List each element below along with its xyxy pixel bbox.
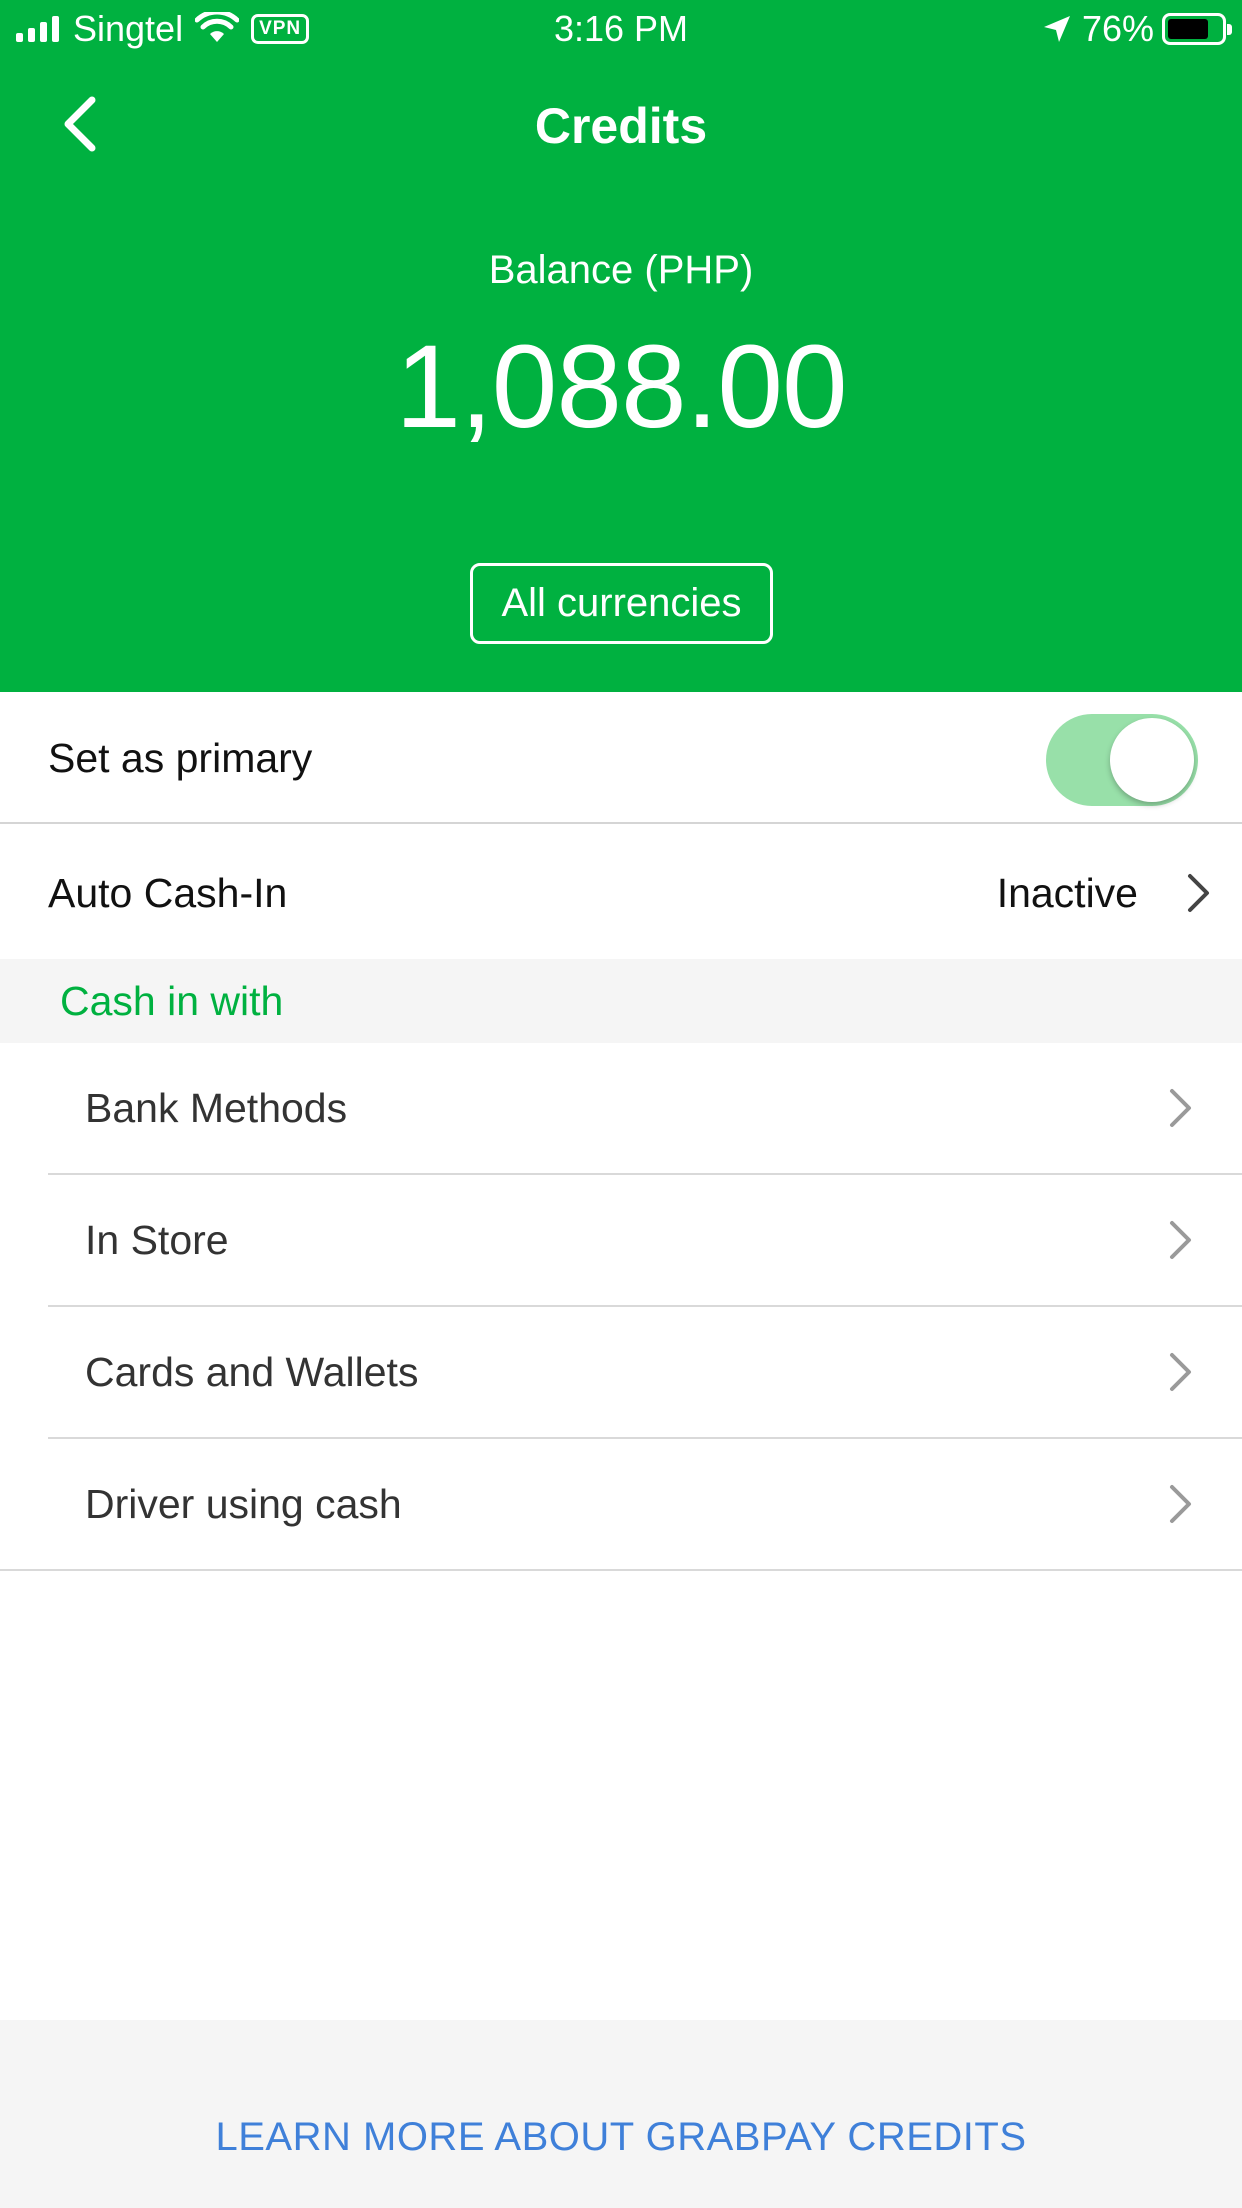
page-title: Credits bbox=[534, 98, 708, 154]
set-primary-label: Set as primary bbox=[48, 735, 313, 781]
method-bank-methods[interactable]: Bank Methods bbox=[0, 1043, 1242, 1175]
chevron-right-icon bbox=[1170, 1089, 1191, 1127]
method-label: Bank Methods bbox=[85, 1085, 348, 1131]
method-label: In Store bbox=[85, 1217, 229, 1263]
balance-amount: 1,088.00 bbox=[395, 321, 847, 453]
method-label: Cards and Wallets bbox=[85, 1349, 419, 1395]
cash-in-section-header: Cash in with bbox=[0, 959, 1242, 1043]
auto-cash-in-row[interactable]: Auto Cash-In Inactive bbox=[0, 826, 1242, 959]
footer: LEARN MORE ABOUT GRABPAY CREDITS bbox=[0, 2020, 1242, 2208]
method-cards-and-wallets[interactable]: Cards and Wallets bbox=[0, 1307, 1242, 1439]
balance-header: Singtel VPN 3:16 PM 76% Credits Balance … bbox=[0, 0, 1242, 692]
auto-cash-in-status: Inactive bbox=[996, 870, 1138, 916]
status-right: 76% bbox=[1042, 8, 1232, 50]
all-currencies-button[interactable]: All currencies bbox=[470, 563, 773, 644]
battery-level bbox=[1168, 19, 1208, 39]
cash-in-method-list: Bank Methods In Store Cards and Wallets … bbox=[0, 1043, 1242, 1571]
chevron-right-icon bbox=[1170, 1353, 1191, 1391]
auto-cash-in-label: Auto Cash-In bbox=[48, 870, 288, 916]
set-primary-row: Set as primary bbox=[0, 692, 1242, 824]
method-label: Driver using cash bbox=[85, 1481, 402, 1527]
battery-percent: 76% bbox=[1081, 8, 1154, 49]
method-in-store[interactable]: In Store bbox=[0, 1175, 1242, 1307]
credits-screen: Singtel VPN 3:16 PM 76% Credits Balance … bbox=[0, 0, 1242, 2208]
method-driver-using-cash[interactable]: Driver using cash bbox=[0, 1439, 1242, 1571]
battery-icon bbox=[1162, 13, 1232, 45]
status-bar: Singtel VPN 3:16 PM 76% bbox=[0, 0, 1242, 58]
cash-in-section-title: Cash in with bbox=[60, 978, 284, 1024]
learn-more-link[interactable]: LEARN MORE ABOUT GRABPAY CREDITS bbox=[0, 2112, 1242, 2162]
toggle-knob bbox=[1110, 718, 1194, 802]
set-primary-toggle[interactable] bbox=[1046, 714, 1198, 806]
chevron-right-icon bbox=[1188, 874, 1209, 912]
balance-label: Balance (PHP) bbox=[488, 248, 754, 292]
location-arrow-icon bbox=[1043, 16, 1070, 42]
chevron-right-icon bbox=[1170, 1221, 1191, 1259]
chevron-right-icon bbox=[1170, 1485, 1191, 1523]
divider bbox=[0, 1569, 1242, 1571]
